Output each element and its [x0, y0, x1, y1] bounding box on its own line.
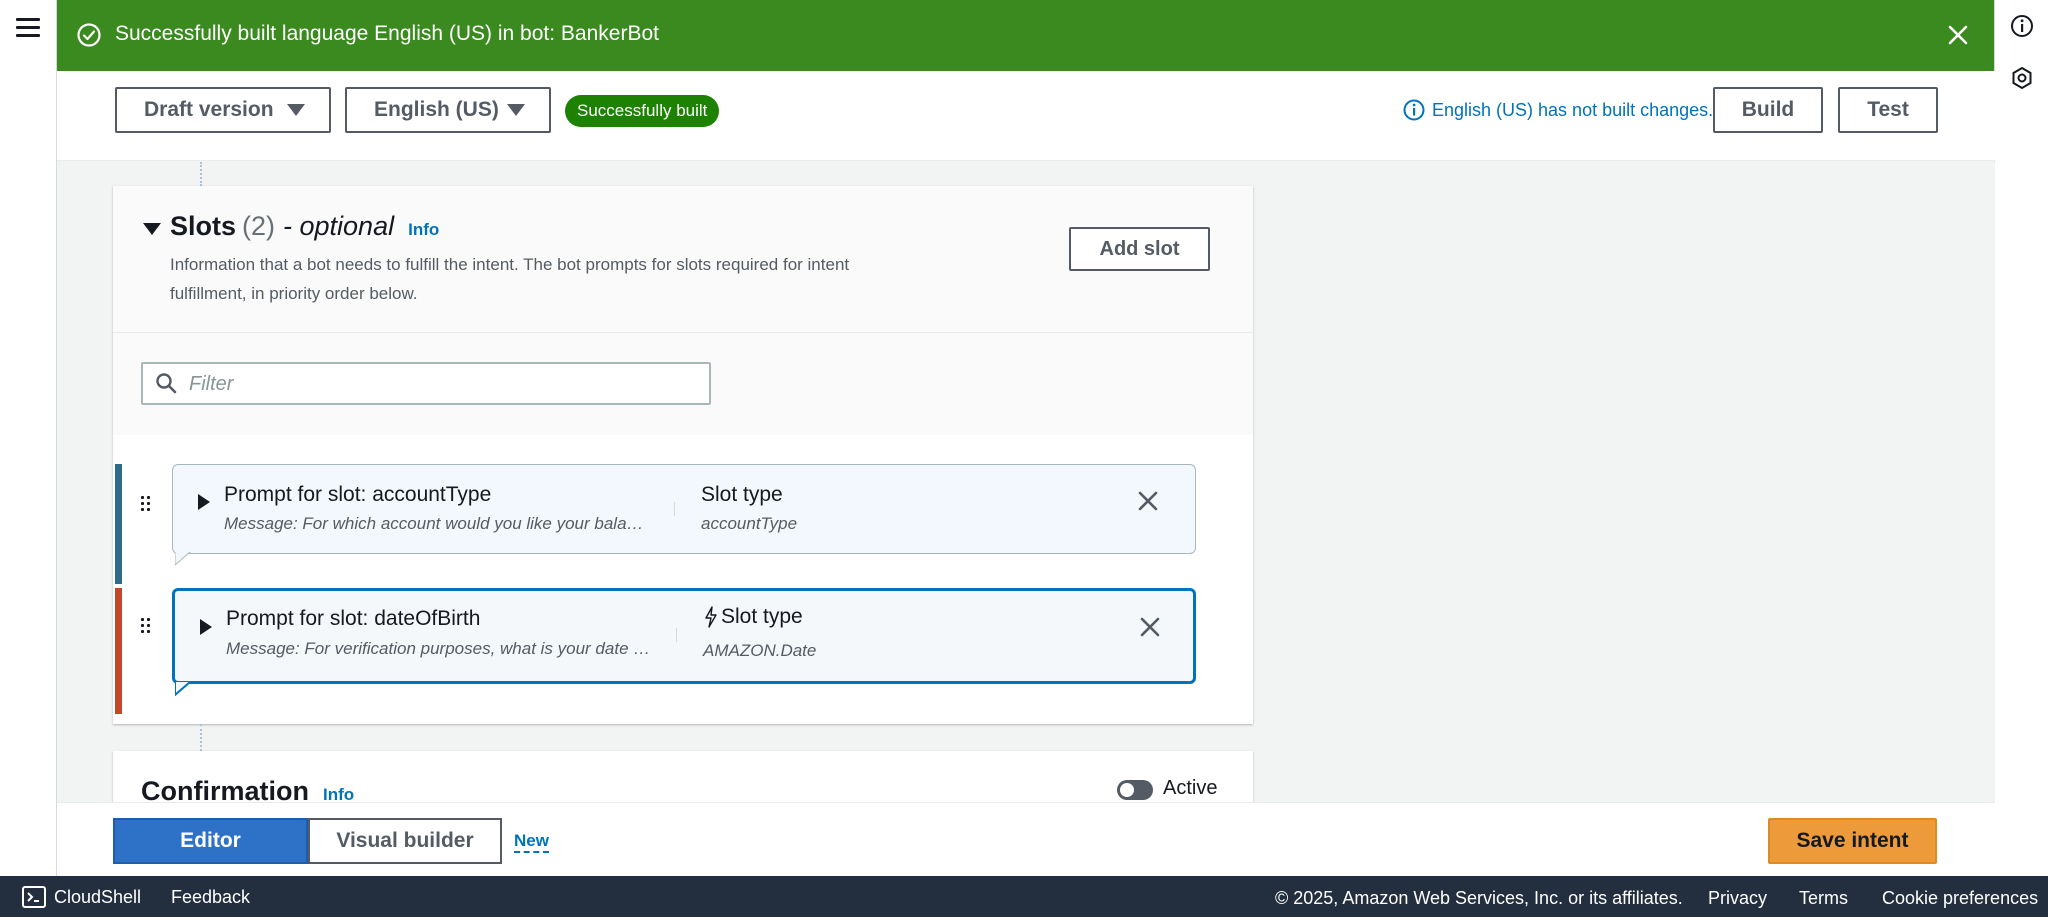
slot-filter[interactable]	[141, 362, 711, 405]
slot-item: Prompt for slot: accountType Message: Fo…	[113, 464, 1253, 584]
slots-optional: - optional	[283, 211, 395, 241]
slot-prompt-title: Prompt for slot: accountType	[224, 483, 492, 506]
build-status-text: English (US) has not built changes.	[1432, 99, 1714, 120]
confirmation-panel: Confirmation Info Active	[113, 751, 1253, 802]
slot-item: Prompt for slot: dateOfBirth Message: Fo…	[113, 588, 1253, 714]
slot-type-value: accountType	[701, 514, 798, 533]
flow-connector	[200, 724, 202, 751]
editor-tab[interactable]: Editor	[113, 818, 308, 864]
search-icon	[156, 373, 177, 394]
test-button[interactable]: Test	[1838, 87, 1938, 133]
confirmation-info-link[interactable]: Info	[323, 785, 354, 802]
build-button[interactable]: Build	[1713, 87, 1823, 133]
success-check-icon	[77, 23, 101, 47]
slot-type-label-row: Slot type	[703, 605, 803, 629]
lightning-icon	[705, 606, 717, 628]
confirmation-heading: Confirmation Info	[141, 776, 354, 802]
slot-prompt-card-selected[interactable]: Prompt for slot: dateOfBirth Message: Fo…	[172, 588, 1196, 696]
collapse-caret-icon[interactable]	[143, 223, 161, 235]
right-tools-rail	[1994, 0, 2048, 876]
divider	[676, 628, 677, 642]
slots-heading: Slots (2) - optional Info	[170, 211, 439, 242]
slot-prompt-message: Message: For which account would you lik…	[224, 514, 649, 533]
drag-handle-icon[interactable]	[139, 616, 153, 638]
terminal-icon	[22, 886, 46, 908]
flash-message: Successfully built language English (US)…	[115, 22, 659, 45]
slots-title: Slots	[170, 211, 237, 241]
slots-info-link[interactable]: Info	[408, 220, 439, 240]
slot-color-bar	[115, 464, 122, 584]
drag-handle-icon[interactable]	[139, 494, 153, 516]
slot-type-label: Slot type	[721, 605, 803, 628]
slots-header: Slots (2) - optional Info Information th…	[113, 186, 1253, 333]
info-circle-icon	[1403, 99, 1425, 121]
privacy-link[interactable]: Privacy	[1708, 888, 1767, 909]
toggle-label: Active	[1163, 777, 1218, 799]
build-status-notice: English (US) has not built changes.	[1402, 98, 1713, 122]
intent-editor-content: Slots (2) - optional Info Information th…	[57, 162, 1995, 802]
slot-prompt-message: Message: For verification purposes, what…	[226, 639, 651, 658]
caret-down-icon	[287, 104, 305, 116]
slot-color-bar	[115, 588, 122, 714]
expand-caret-icon[interactable]	[200, 619, 212, 635]
version-dropdown[interactable]: Draft version	[115, 87, 331, 133]
copyright-text: © 2025, Amazon Web Services, Inc. or its…	[1275, 888, 1683, 908]
filter-area	[113, 333, 1253, 435]
language-dropdown[interactable]: English (US)	[345, 87, 551, 133]
build-status-badge: Successfully built	[565, 95, 720, 127]
confirmation-active-toggle[interactable]	[1117, 780, 1153, 800]
menu-icon[interactable]	[16, 18, 40, 38]
slots-count: (2)	[242, 211, 276, 241]
slot-type-label: Slot type	[701, 483, 783, 506]
slot-prompt-title: Prompt for slot: dateOfBirth	[226, 607, 481, 630]
cloudshell-label: CloudShell	[54, 886, 142, 907]
close-icon[interactable]	[1945, 22, 1971, 48]
version-label: Draft version	[144, 98, 274, 121]
feedback-link[interactable]: Feedback	[171, 887, 250, 908]
left-navigation-rail	[0, 0, 57, 876]
bubble-tail	[175, 552, 191, 566]
divider	[674, 502, 675, 516]
remove-slot-icon[interactable]	[1138, 615, 1162, 639]
editor-action-bar: Editor Visual builder New Save intent	[57, 802, 1995, 876]
toggle-knob	[1120, 783, 1134, 797]
success-flash-banner: Successfully built language English (US)…	[57, 0, 1995, 71]
visual-builder-tab[interactable]: Visual builder	[308, 818, 502, 864]
settings-icon[interactable]	[2009, 65, 2035, 91]
slots-panel: Slots (2) - optional Info Information th…	[113, 186, 1253, 724]
slot-type-value: AMAZON.Date	[703, 641, 817, 660]
slots-description: Information that a bot needs to fulfill …	[170, 255, 850, 303]
language-label: English (US)	[374, 98, 499, 121]
slot-prompt-card[interactable]: Prompt for slot: accountType Message: Fo…	[172, 464, 1196, 566]
confirmation-title: Confirmation	[141, 776, 309, 802]
remove-slot-icon[interactable]	[1136, 489, 1160, 513]
intent-toolbar: Draft version English (US) Successfully …	[57, 71, 1995, 161]
add-slot-button[interactable]: Add slot	[1069, 227, 1210, 271]
info-icon[interactable]	[2009, 13, 2035, 39]
console-footer: CloudShell Feedback © 2025, Amazon Web S…	[0, 876, 2048, 917]
cloudshell-link[interactable]: CloudShell	[22, 886, 141, 908]
caret-down-icon	[507, 104, 525, 116]
bubble-tail	[175, 682, 191, 696]
terms-link[interactable]: Terms	[1799, 888, 1848, 909]
cookie-preferences-link[interactable]: Cookie preferences	[1882, 888, 2038, 909]
save-intent-button[interactable]: Save intent	[1768, 818, 1937, 864]
filter-input[interactable]	[189, 369, 689, 399]
flow-connector	[200, 162, 202, 186]
new-badge-link[interactable]: New	[514, 831, 549, 853]
expand-caret-icon[interactable]	[198, 494, 210, 510]
